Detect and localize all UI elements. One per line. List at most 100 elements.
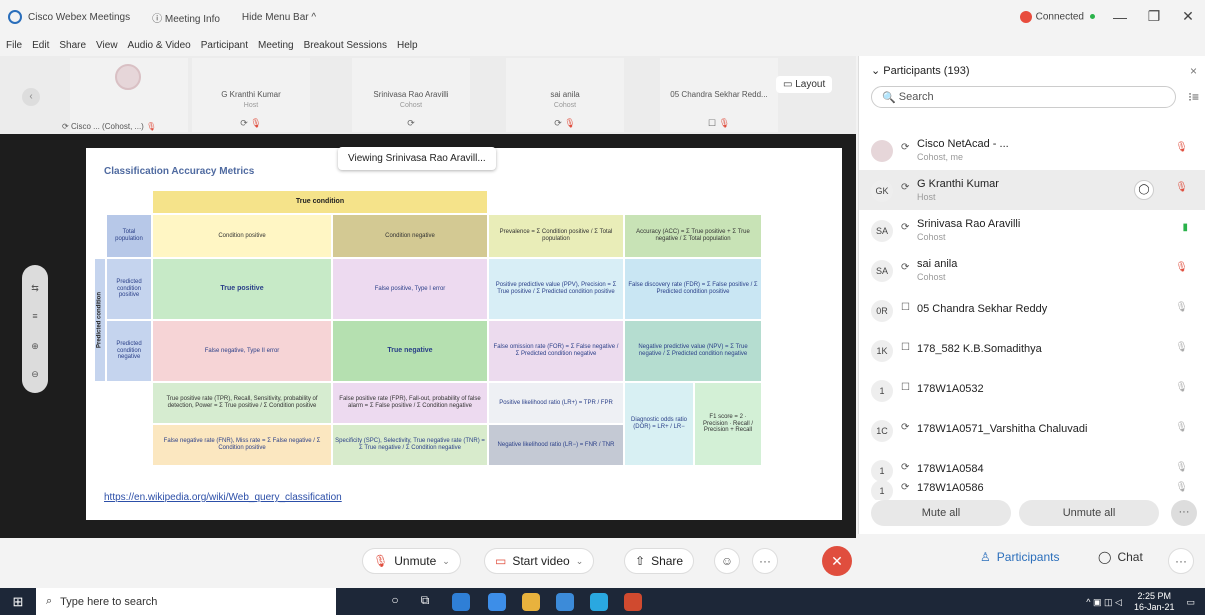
hide-menu-bar-button[interactable]: Hide Menu Bar ^ (242, 12, 316, 23)
pen-icon[interactable]: ≡ (22, 311, 48, 321)
edge-icon[interactable] (452, 593, 470, 611)
thumbnail-role: Cohost (553, 102, 577, 109)
task-view-icon[interactable]: ⧉ (416, 593, 434, 611)
participant-row[interactable]: 1K ☐ 178_582 K.B.Somadithya 🎙 (859, 330, 1205, 370)
more-options-button[interactable]: ··· (752, 548, 778, 574)
strip-scroll-left-button[interactable]: ‹ (22, 88, 40, 106)
muted-mic-icon[interactable]: 🎙 (1175, 262, 1188, 273)
muted-mic-icon[interactable]: 🎙 (1175, 462, 1188, 473)
close-window-button[interactable]: ✕ (1179, 8, 1197, 25)
fnr-cell: False negative rate (FNR), Miss rate = Σ… (152, 424, 332, 466)
menu-file[interactable]: File (6, 40, 22, 51)
layout-button[interactable]: ▭ Layout (776, 76, 833, 93)
muted-mic-icon[interactable]: 🎙 (1175, 482, 1188, 493)
filter-list-icon[interactable]: ⁝≡ (1188, 90, 1199, 104)
taskbar-search-input[interactable]: ⌕ Type here to search (36, 588, 336, 615)
accuracy-cell: Accuracy (ACC) = Σ True positive + Σ Tru… (624, 214, 762, 258)
video-thumbnail-self[interactable] (70, 58, 188, 132)
webex-icon[interactable] (590, 593, 608, 611)
connection-type-icon: ⟳ (901, 482, 910, 493)
participant-name: Srinivasa Rao Aravilli (917, 218, 1021, 230)
participant-row[interactable]: SA ⟳ sai anila Cohost 🎙 (859, 250, 1205, 290)
participant-name: 178W1A0586 (917, 482, 984, 494)
slide-reference-link[interactable]: https://en.wikipedia.org/wiki/Web_query_… (104, 492, 342, 503)
participants-tab-label: Participants (996, 550, 1060, 564)
participant-row[interactable]: SA ⟳ Srinivasa Rao Aravilli Cohost ▮ (859, 210, 1205, 250)
participant-row[interactable]: 1 ☐ 178W1A0532 🎙 (859, 370, 1205, 410)
menu-participant[interactable]: Participant (201, 40, 248, 51)
notifications-icon[interactable]: ▭ (1186, 597, 1195, 608)
participants-tab-button[interactable]: ♙ Participants (980, 550, 1059, 564)
menu-breakout-sessions[interactable]: Breakout Sessions (304, 40, 387, 51)
video-strip: ‹ ⟳ Cisco ... (Cohost, ...) 🎙 G Kranthi … (0, 56, 856, 134)
participant-row[interactable]: 1 ⟳ 178W1A0586 🎙 (859, 474, 1205, 500)
chat-tab-button[interactable]: ◯ Chat (1098, 550, 1143, 564)
menu-meeting[interactable]: Meeting (258, 40, 294, 51)
menu-audio-video[interactable]: Audio & Video (128, 40, 191, 51)
menu-share[interactable]: Share (59, 40, 86, 51)
leave-meeting-button[interactable]: ✕ (822, 546, 852, 576)
zoom-in-icon[interactable]: ⊕ (22, 341, 48, 352)
menu-help[interactable]: Help (397, 40, 418, 51)
start-video-button[interactable]: ▭ Start video ⌄ (484, 548, 595, 574)
zoom-out-icon[interactable]: ⊖ (22, 369, 48, 380)
pointer-icon[interactable]: ⇆ (22, 283, 48, 294)
webex-logo-icon (8, 10, 22, 24)
muted-mic-icon[interactable]: 🎙 (1175, 422, 1188, 433)
participants-header[interactable]: ⌄ Participants (193) (871, 64, 970, 77)
menu-edit[interactable]: Edit (32, 40, 49, 51)
more-options-button[interactable]: ··· (1171, 500, 1197, 526)
status-dot-icon (1090, 14, 1095, 19)
thumbnail-status-icons: ⟳ (407, 118, 415, 128)
participant-row[interactable]: ⟳ Cisco NetAcad - ... Cohost, me 🎙 (859, 130, 1205, 170)
share-button[interactable]: ⇧ Share (624, 548, 695, 574)
video-thumbnail-sai-anila[interactable]: sai anila Cohost ⟳ 🎙 (506, 58, 624, 132)
windows-start-icon[interactable]: ⊞ (0, 594, 36, 610)
avatar: GK (871, 180, 893, 202)
chat-bubble-icon[interactable]: ◯ (1134, 180, 1154, 200)
true-positive-cell: True positive (152, 258, 332, 320)
mute-all-button[interactable]: Mute all (871, 500, 1011, 526)
muted-mic-icon[interactable]: 🎙 (1175, 142, 1188, 153)
video-thumbnail-cohost[interactable]: Srinivasa Rao Aravilli Cohost ⟳ (352, 58, 470, 132)
participant-search-input[interactable]: 🔍 Search (871, 86, 1176, 108)
participant-row[interactable]: 0R ☐ 05 Chandra Sekhar Reddy 🎙 (859, 290, 1205, 330)
clock[interactable]: 2:25 PM 16-Jan-21 (1134, 591, 1175, 613)
participant-row[interactable]: 1C ⟳ 178W1A0571_Varshitha Chaluvadi 🎙 (859, 410, 1205, 450)
chevron-down-icon[interactable]: ⌄ (442, 556, 450, 567)
thumbnail-role: Cohost (399, 102, 423, 109)
muted-mic-icon[interactable]: 🎙 (1175, 182, 1188, 193)
muted-mic-icon[interactable]: 🎙 (1175, 302, 1188, 313)
panel-more-button[interactable]: ··· (1168, 548, 1194, 574)
muted-mic-icon: 🎙 (146, 122, 157, 131)
phone-icon: ☐ (901, 382, 910, 393)
unmute-all-button[interactable]: Unmute all (1019, 500, 1159, 526)
video-thumbnail-chandra[interactable]: 05 Chandra Sekhar Redd... ☐ 🎙 (660, 58, 778, 132)
video-thumbnail-host[interactable]: G Kranthi Kumar Host ⟳ 🎙 (192, 58, 310, 132)
menu-view[interactable]: View (96, 40, 118, 51)
participant-row[interactable]: GK ⟳ G Kranthi Kumar Host ◯ 🎙 (859, 170, 1205, 210)
meeting-info-button[interactable]: ⓘ Meeting Info (152, 10, 220, 25)
powerpoint-icon[interactable] (624, 593, 642, 611)
reactions-button[interactable]: ☺ (714, 548, 740, 574)
active-mic-icon[interactable]: ▮ (1182, 222, 1188, 233)
chrome-icon[interactable] (488, 593, 506, 611)
connection-icon (1019, 10, 1032, 23)
connection-status[interactable]: Connected (1019, 10, 1095, 23)
connection-type-icon: ⟳ (901, 222, 910, 233)
thumbnail-name: G Kranthi Kumar (221, 90, 281, 99)
file-explorer-icon[interactable] (522, 593, 540, 611)
minimize-button[interactable]: — (1111, 9, 1129, 25)
muted-mic-icon[interactable]: 🎙 (1175, 382, 1188, 393)
negative-likelihood-ratio-cell: Negative likelihood ratio (LR−) = FNR / … (488, 424, 624, 466)
restore-button[interactable]: ❐ (1145, 8, 1163, 25)
close-panel-button[interactable]: × (1190, 64, 1197, 78)
participant-role: Cohost, me (917, 152, 964, 162)
thumbnail-status-icons: ☐ 🎙 (707, 118, 730, 128)
store-icon[interactable] (556, 593, 574, 611)
cortana-icon[interactable]: ○ (386, 593, 404, 611)
chevron-down-icon[interactable]: ⌄ (576, 556, 584, 567)
unmute-button[interactable]: 🎙 Unmute ⌄ (362, 548, 461, 574)
tray-icons[interactable]: ^ ▣ ◫ ◁ (1086, 597, 1122, 608)
muted-mic-icon[interactable]: 🎙 (1175, 342, 1188, 353)
